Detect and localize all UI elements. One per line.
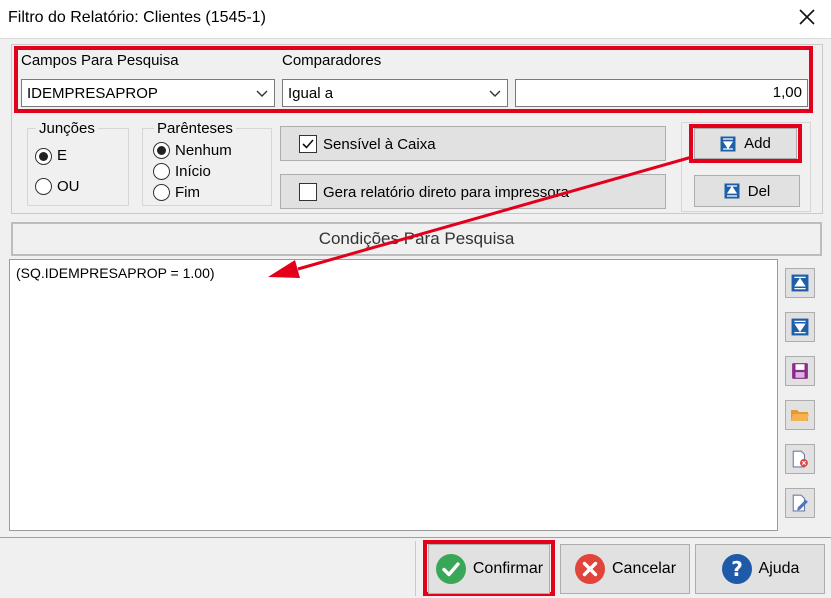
annotation-arrow <box>268 155 693 278</box>
